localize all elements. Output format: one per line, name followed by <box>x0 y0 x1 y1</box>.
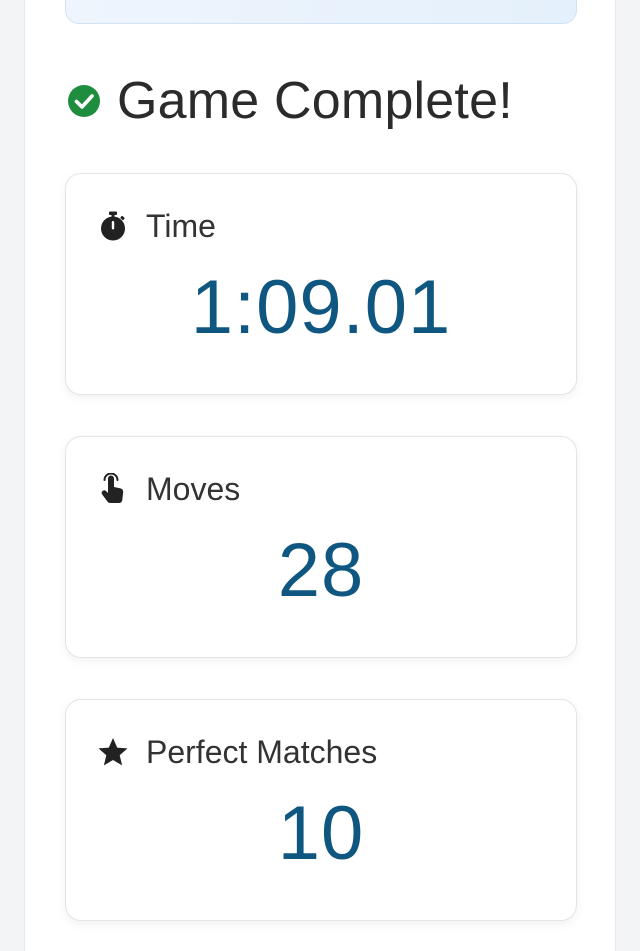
stat-value-perfect-matches: 10 <box>277 791 365 876</box>
stat-label-row: Perfect Matches <box>96 734 377 770</box>
stat-label-row: Time <box>96 208 216 244</box>
check-circle-icon <box>67 84 101 118</box>
stat-value-moves: 28 <box>277 528 365 613</box>
top-banner <box>65 0 577 24</box>
star-icon <box>96 735 130 769</box>
stat-label-row: Moves <box>96 471 240 507</box>
stat-value-time: 1:09.01 <box>190 265 452 350</box>
stat-card-time: Time 1:09.01 <box>65 173 577 395</box>
stat-label-perfect-matches: Perfect Matches <box>146 734 378 770</box>
tap-hand-icon <box>96 472 130 506</box>
stat-card-moves: Moves 28 <box>65 436 577 658</box>
stopwatch-icon <box>96 209 130 243</box>
game-complete-heading: Game Complete! <box>67 66 513 136</box>
results-panel: Game Complete! Time 1:09.01 Moves 28 Per… <box>24 0 616 951</box>
stat-label-moves: Moves <box>146 471 241 507</box>
stat-label-time: Time <box>146 208 216 244</box>
page-title: Game Complete! <box>117 72 513 130</box>
stat-card-perfect-matches: Perfect Matches 10 <box>65 699 577 921</box>
